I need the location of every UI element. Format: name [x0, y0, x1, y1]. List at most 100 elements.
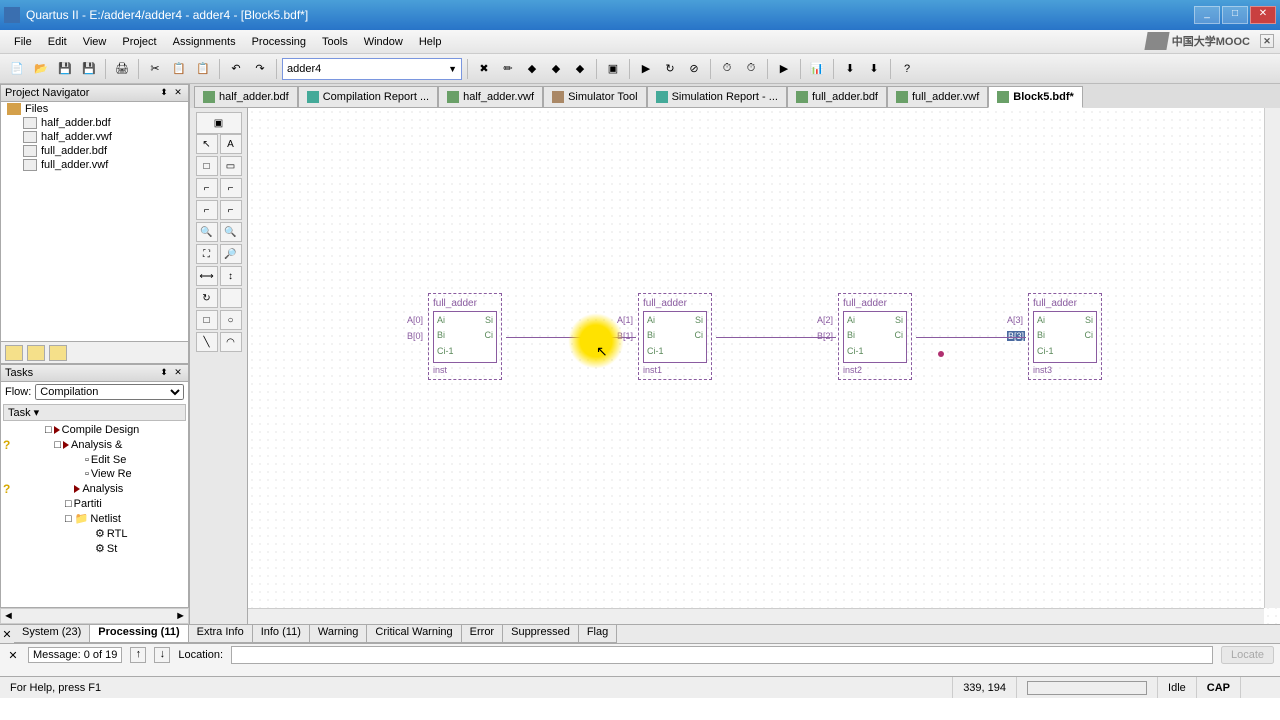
msg-tab[interactable]: Critical Warning	[367, 625, 461, 642]
tree-file[interactable]: full_adder.vwf	[41, 159, 108, 171]
schematic-block[interactable]: full_adder A[0] B[0] Ai Bi Ci-1 Si Ci in…	[428, 293, 502, 380]
pn-pin-icon[interactable]: ⬍	[158, 87, 170, 99]
wire[interactable]	[916, 337, 1026, 338]
close-button[interactable]: ✕	[1250, 6, 1276, 24]
menu-project[interactable]: Project	[114, 33, 164, 51]
cut-button[interactable]: ✂	[144, 58, 166, 80]
new-button[interactable]: 📄	[6, 58, 28, 80]
pn-close-icon[interactable]: ✕	[172, 87, 184, 99]
menu-window[interactable]: Window	[356, 33, 411, 51]
mdi-close-button[interactable]: ✕	[1260, 34, 1274, 48]
line2-tool[interactable]: ⌐	[220, 178, 242, 198]
bus1-tool[interactable]: ⌐	[196, 200, 218, 220]
msg-tab[interactable]: Extra Info	[189, 625, 253, 642]
chip-button[interactable]: ▣	[602, 58, 624, 80]
menu-file[interactable]: File	[6, 33, 40, 51]
symbol-tool[interactable]: □	[196, 156, 218, 176]
menu-assignments[interactable]: Assignments	[165, 33, 244, 51]
msg-tab[interactable]: Warning	[310, 625, 368, 642]
zoom2-tool[interactable]: 🔍	[220, 222, 242, 242]
msg-tab[interactable]: Error	[462, 625, 503, 642]
undo-button[interactable]: ↶	[225, 58, 247, 80]
text-tool[interactable]: A	[220, 134, 242, 154]
tasks-pin-icon[interactable]: ⬍	[158, 367, 170, 379]
task-compile[interactable]: Compile Design	[62, 424, 140, 436]
tool-b2[interactable]: ◆	[521, 58, 543, 80]
line-tool[interactable]: ╲	[196, 332, 218, 352]
menu-view[interactable]: View	[75, 33, 115, 51]
minimize-button[interactable]: _	[1194, 6, 1220, 24]
schematic-block[interactable]: full_adder A[1] B[1] Ai Bi Ci-1 Si Ci in…	[638, 293, 712, 380]
pn-tab3[interactable]	[49, 345, 67, 361]
tab-block5[interactable]: Block5.bdf*	[988, 86, 1083, 108]
tab-full-adder-vwf[interactable]: full_adder.vwf	[887, 86, 988, 108]
bus2-tool[interactable]: ⌐	[220, 200, 242, 220]
flow-combo[interactable]: Compilation	[35, 384, 184, 400]
compile-start-button[interactable]: ▶	[635, 58, 657, 80]
timing2-button[interactable]: ⏱	[740, 58, 762, 80]
report-button[interactable]: 📊	[806, 58, 828, 80]
locate-button[interactable]: Locate	[1221, 646, 1274, 664]
msg-tab[interactable]: Info (11)	[253, 625, 310, 642]
location-combo[interactable]	[231, 646, 1213, 664]
print-button[interactable]: 🖨	[111, 58, 133, 80]
timing-button[interactable]: ⏱	[716, 58, 738, 80]
full-tool[interactable]: ⛶	[196, 244, 218, 264]
menu-edit[interactable]: Edit	[40, 33, 75, 51]
arc-tool[interactable]: ◠	[220, 332, 242, 352]
tasks-close-icon[interactable]: ✕	[172, 367, 184, 379]
task-edit[interactable]: Edit Se	[91, 454, 126, 466]
compile-restart-button[interactable]: ↻	[659, 58, 681, 80]
redo-button[interactable]: ↷	[249, 58, 271, 80]
tab-simulation-report[interactable]: Simulation Report - ...	[647, 86, 787, 108]
copy-button[interactable]: 📋	[168, 58, 190, 80]
msg-tab[interactable]: Flag	[579, 625, 617, 642]
settings-button[interactable]: ✖	[473, 58, 495, 80]
msg-next-button[interactable]: ↓	[154, 647, 170, 663]
tab-compilation-report[interactable]: Compilation Report ...	[298, 86, 438, 108]
tree-file[interactable]: half_adder.vwf	[41, 131, 112, 143]
select-tool[interactable]: ↖	[196, 134, 218, 154]
tool-b1[interactable]: ✏	[497, 58, 519, 80]
task-rtl[interactable]: RTL	[107, 528, 128, 540]
pn-tab1[interactable]	[5, 345, 23, 361]
find-tool[interactable]: 🔎	[220, 244, 242, 264]
blank-tool[interactable]	[220, 288, 242, 308]
compile-stop-button[interactable]: ⊘	[683, 58, 705, 80]
schematic-block[interactable]: full_adder A[3] B[3] Ai Bi Ci-1 Si Ci in…	[1028, 293, 1102, 380]
msg-prev-button[interactable]: ↑	[130, 647, 146, 663]
msg-close-icon[interactable]: ✕	[0, 628, 14, 641]
flipv-tool[interactable]: ↕	[220, 266, 242, 286]
msg-tab[interactable]: Processing (11)	[90, 625, 188, 642]
rotate-tool[interactable]: ↻	[196, 288, 218, 308]
file-tree[interactable]: Files half_adder.bdf half_adder.vwf full…	[0, 102, 189, 342]
horizontal-scrollbar[interactable]	[248, 608, 1264, 624]
pn-tab2[interactable]	[27, 345, 45, 361]
maximize-button[interactable]: □	[1222, 6, 1248, 24]
tasks-scroll[interactable]: ◄►	[0, 608, 189, 624]
tab-full-adder-bdf[interactable]: full_adder.bdf	[787, 86, 887, 108]
tree-file[interactable]: full_adder.bdf	[41, 145, 107, 157]
prog-button[interactable]: ⬇	[839, 58, 861, 80]
task-view[interactable]: View Re	[91, 468, 132, 480]
schematic-block[interactable]: full_adder A[2] B[2] Ai Bi Ci-1 Si Ci in…	[838, 293, 912, 380]
rect-tool[interactable]: ▭	[220, 156, 242, 176]
zoom-tool[interactable]: 🔍	[196, 222, 218, 242]
oval-tool[interactable]: ○	[220, 310, 242, 330]
vertical-scrollbar[interactable]	[1264, 108, 1280, 608]
task-partition[interactable]: Partiti	[74, 498, 102, 510]
tab-half-adder-bdf[interactable]: half_adder.bdf	[194, 86, 298, 108]
fliph-tool[interactable]: ⟷	[196, 266, 218, 286]
menu-processing[interactable]: Processing	[244, 33, 314, 51]
wire-node[interactable]	[938, 351, 944, 357]
task-analysis[interactable]: Analysis &	[71, 439, 122, 451]
tab-half-adder-vwf[interactable]: half_adder.vwf	[438, 86, 543, 108]
task-column-head[interactable]: Task	[8, 407, 31, 419]
open-button[interactable]: 📂	[30, 58, 52, 80]
sim-start-button[interactable]: ▶	[773, 58, 795, 80]
tree-file[interactable]: half_adder.bdf	[41, 117, 111, 129]
prog2-button[interactable]: ⬇	[863, 58, 885, 80]
menu-tools[interactable]: Tools	[314, 33, 356, 51]
menu-help[interactable]: Help	[411, 33, 450, 51]
tab-simulator-tool[interactable]: Simulator Tool	[543, 86, 647, 108]
